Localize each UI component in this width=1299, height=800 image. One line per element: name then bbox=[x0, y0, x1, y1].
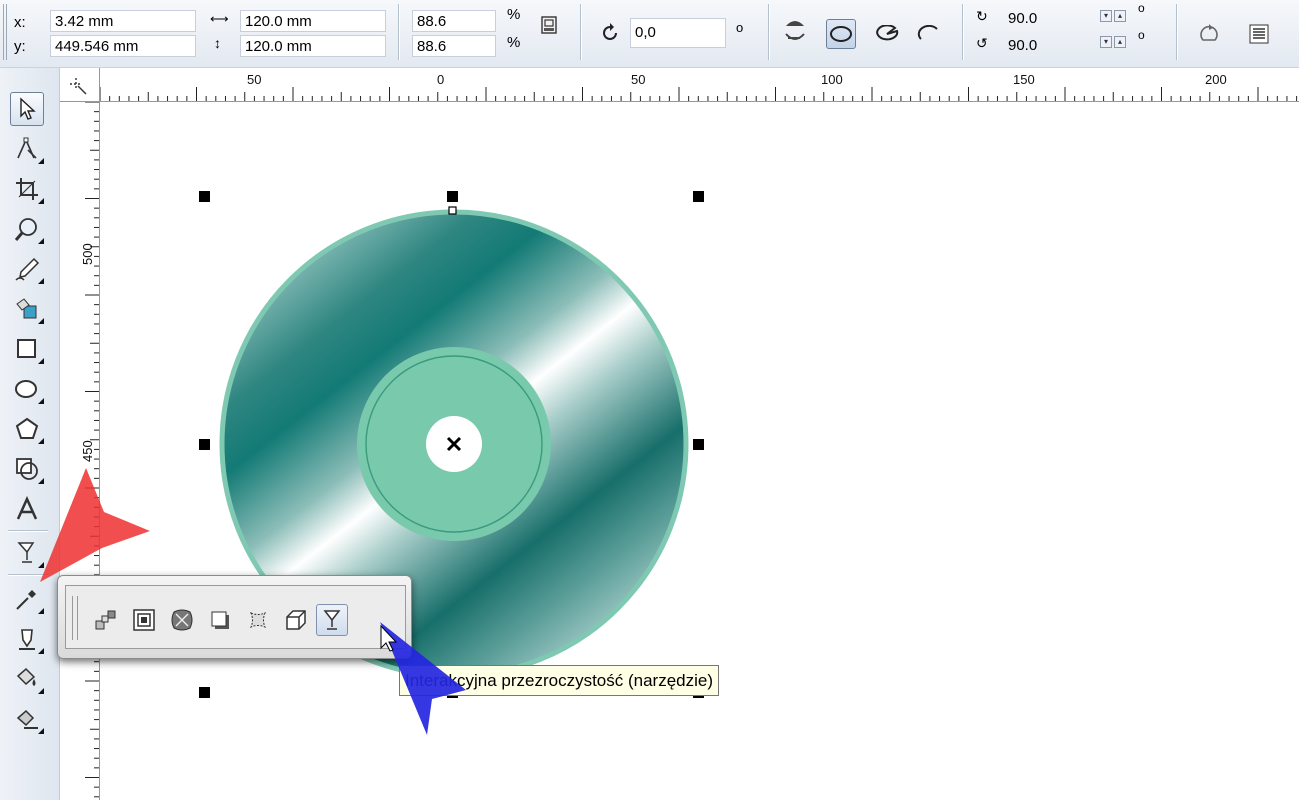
mirror-icon[interactable] bbox=[780, 16, 810, 46]
end-angle-icon: ↺ bbox=[976, 35, 988, 51]
y-label: y: bbox=[14, 38, 26, 55]
zoom-tool-icon[interactable] bbox=[10, 212, 44, 246]
ruler-label: 500 bbox=[80, 243, 95, 265]
scale-y-field[interactable]: 88.6 bbox=[412, 35, 496, 57]
x-label: x: bbox=[14, 14, 26, 31]
arc-mode-button[interactable] bbox=[914, 19, 944, 49]
polygon-tool-icon[interactable] bbox=[10, 412, 44, 446]
ruler-label: 450 bbox=[80, 440, 95, 462]
ellipse-mode-button[interactable] bbox=[826, 19, 856, 49]
distort-tool-icon[interactable] bbox=[166, 604, 198, 636]
rotation-degree-label: o bbox=[736, 20, 744, 35]
direction-icon[interactable] bbox=[1194, 19, 1224, 49]
smart-fill-tool-icon[interactable] bbox=[10, 292, 44, 326]
property-bar: x: 3.42 mm y: 449.546 mm ⟷ 120.0 mm ↕ 12… bbox=[0, 0, 1299, 68]
ellipse-tool-icon[interactable] bbox=[10, 372, 44, 406]
ruler-label: 100 bbox=[821, 72, 843, 87]
ruler-origin-corner[interactable] bbox=[60, 68, 100, 102]
percent-y-label: % bbox=[507, 34, 521, 51]
pick-tool-icon[interactable] bbox=[10, 92, 44, 126]
height-icon: ↕ bbox=[214, 35, 221, 51]
rectangle-tool-icon[interactable] bbox=[10, 332, 44, 366]
eyedropper-tool-icon[interactable] bbox=[10, 582, 44, 616]
toolbar-grip[interactable] bbox=[3, 4, 7, 60]
ruler-label: 50 bbox=[631, 72, 646, 87]
toolbox bbox=[0, 68, 60, 800]
interactive-fill-tool-icon[interactable] bbox=[10, 702, 44, 736]
selection-handle[interactable] bbox=[447, 191, 458, 202]
selection-handle[interactable] bbox=[199, 687, 210, 698]
wrap-text-icon[interactable] bbox=[1244, 19, 1274, 49]
object-height-field[interactable]: 120.0 mm bbox=[240, 35, 386, 57]
flyout-panel bbox=[65, 585, 406, 649]
width-icon: ⟷ bbox=[210, 11, 229, 26]
separator bbox=[962, 4, 964, 60]
start-angle-spinner[interactable]: ▾ ▴ bbox=[1100, 10, 1126, 24]
fill-tool-icon[interactable] bbox=[10, 662, 44, 696]
rotation-angle-field[interactable]: 0,0 bbox=[630, 18, 726, 48]
flyout-grip[interactable] bbox=[72, 596, 78, 640]
drop-shadow-tool-icon[interactable] bbox=[204, 604, 236, 636]
freehand-tool-icon[interactable] bbox=[10, 252, 44, 286]
start-angle-field[interactable]: 90.0 bbox=[1004, 8, 1096, 30]
pie-mode-button[interactable] bbox=[872, 19, 902, 49]
selection-handle[interactable] bbox=[693, 191, 704, 202]
selection-handle[interactable] bbox=[199, 439, 210, 450]
y-position-field[interactable]: 449.546 mm bbox=[50, 35, 196, 57]
outline-pen-tool-icon[interactable] bbox=[10, 622, 44, 656]
percent-x-label: % bbox=[507, 6, 521, 23]
interactive-transparency-tool-icon[interactable] bbox=[10, 536, 44, 570]
ruler-label: 150 bbox=[1013, 72, 1035, 87]
end-degree-label: o bbox=[1138, 28, 1145, 42]
end-angle-field[interactable]: 90.0 bbox=[1004, 35, 1096, 57]
vertical-ruler[interactable]: 500 450 bbox=[60, 102, 100, 800]
start-angle-icon: ↻ bbox=[976, 8, 988, 24]
ruler-label: 200 bbox=[1205, 72, 1227, 87]
selection-handle[interactable] bbox=[199, 191, 210, 202]
end-angle-spinner[interactable]: ▾ ▴ bbox=[1100, 36, 1126, 50]
ruler-label: 0 bbox=[437, 72, 445, 87]
basic-shapes-tool-icon[interactable] bbox=[10, 452, 44, 486]
transparency-tool-icon[interactable] bbox=[316, 604, 348, 636]
toolbox-separator bbox=[8, 574, 48, 576]
object-width-field[interactable]: 120.0 mm bbox=[240, 10, 386, 32]
start-degree-label: o bbox=[1138, 1, 1145, 15]
lock-ratio-icon[interactable] bbox=[534, 10, 564, 40]
crop-tool-icon[interactable] bbox=[10, 172, 44, 206]
toolbox-separator bbox=[8, 530, 48, 532]
scale-x-field[interactable]: 88.6 bbox=[412, 10, 496, 32]
text-tool-icon[interactable] bbox=[10, 492, 44, 526]
separator bbox=[768, 4, 770, 60]
shape-tool-icon[interactable] bbox=[10, 132, 44, 166]
separator bbox=[580, 4, 582, 60]
effects-flyout bbox=[57, 575, 412, 659]
horizontal-ruler[interactable]: 50 0 50 100 150 200 bbox=[60, 68, 1299, 102]
ruler-label: 50 bbox=[247, 72, 262, 87]
blend-tool-icon[interactable] bbox=[90, 604, 122, 636]
extrude-tool-icon[interactable] bbox=[280, 604, 312, 636]
x-position-field[interactable]: 3.42 mm bbox=[50, 10, 196, 32]
rotation-icon bbox=[596, 18, 626, 48]
separator bbox=[1176, 4, 1178, 60]
contour-tool-icon[interactable] bbox=[128, 604, 160, 636]
selection-handle[interactable] bbox=[693, 439, 704, 450]
envelope-tool-icon[interactable] bbox=[242, 604, 274, 636]
separator bbox=[398, 4, 400, 60]
tool-tooltip: Interakcyjna przezroczystość (narzędzie) bbox=[399, 665, 720, 696]
